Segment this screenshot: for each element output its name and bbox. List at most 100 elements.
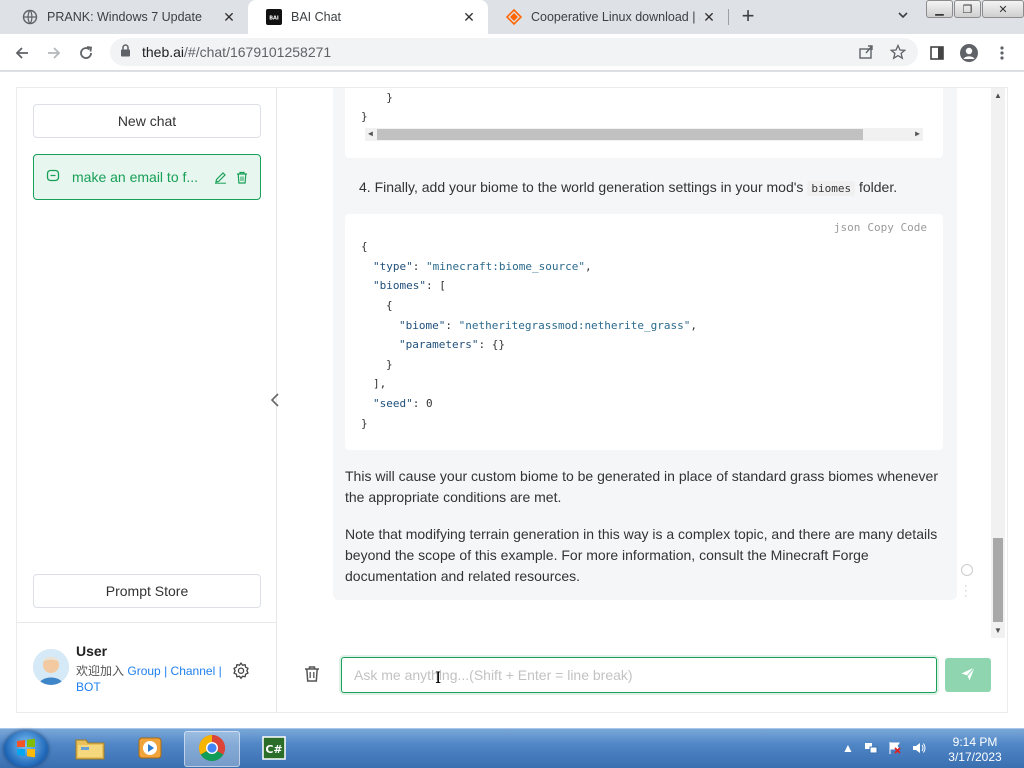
code-line: }: [386, 358, 393, 371]
json-key: "parameters": [399, 338, 479, 351]
scroll-left-arrow-icon[interactable]: ◀: [368, 129, 373, 138]
close-tab-icon[interactable]: ✕: [220, 8, 238, 26]
taskbar-csharp[interactable]: C#: [246, 731, 302, 767]
user-name: User: [76, 643, 108, 659]
json-key: "biome": [399, 319, 446, 332]
code-line: {: [361, 240, 368, 253]
clock-time: 9:14 PM: [952, 735, 998, 749]
edit-icon[interactable]: [212, 169, 228, 185]
link-separator: |: [164, 664, 168, 678]
bot-link[interactable]: BOT: [76, 680, 101, 694]
tab-cooperative-linux[interactable]: Cooperative Linux download | So ✕: [488, 0, 728, 34]
action-center-flag-icon[interactable]: [888, 741, 902, 758]
scroll-down-arrow-icon[interactable]: ▼: [994, 626, 1002, 635]
profile-avatar-icon[interactable]: [958, 42, 980, 64]
clear-chat-trash-icon[interactable]: [302, 664, 324, 686]
start-button[interactable]: [4, 731, 48, 767]
taskbar-file-explorer[interactable]: [62, 731, 118, 767]
settings-gear-icon[interactable]: [231, 661, 251, 681]
tab-title: PRANK: Windows 7 Update: [47, 10, 202, 24]
prompt-store-button[interactable]: Prompt Store: [33, 574, 261, 608]
url-host: theb.ai: [142, 44, 185, 60]
new-chat-button[interactable]: New chat: [33, 104, 261, 138]
loading-indicator-icon: [961, 564, 973, 576]
group-link[interactable]: Group: [127, 664, 160, 678]
windows-logo-icon: [15, 737, 37, 762]
browser-menu-icon[interactable]: [991, 42, 1013, 64]
network-icon[interactable]: [864, 741, 878, 758]
community-links: 欢迎加入 Group | Channel | BOT: [76, 663, 236, 695]
new-tab-button[interactable]: +: [736, 5, 760, 29]
close-tab-icon[interactable]: ✕: [700, 8, 718, 26]
close-window-button[interactable]: ✕: [982, 0, 1024, 18]
sidebar: New chat make an email to f... Prompt St…: [17, 88, 277, 712]
code-line: }: [361, 417, 368, 430]
side-panel-icon[interactable]: [926, 42, 948, 64]
system-tray: ▲: [842, 741, 926, 758]
text-cursor-icon: I: [435, 668, 442, 687]
chat-vertical-scrollbar[interactable]: ▲ ▼: [991, 88, 1005, 638]
reload-button[interactable]: [74, 41, 98, 65]
step-4-suffix: folder.: [858, 179, 898, 195]
tab-bai-chat[interactable]: BAI BAI Chat ✕: [248, 0, 488, 34]
tab-prank-windows-update[interactable]: PRANK: Windows 7 Update ✕: [4, 0, 248, 34]
share-icon[interactable]: [858, 44, 874, 64]
volume-icon[interactable]: [912, 741, 926, 758]
browser-toolbar: theb.ai/#/chat/1679101258271: [0, 34, 1024, 71]
json-value: 0: [426, 397, 433, 410]
code-block-json: json Copy Code { "type": "minecraft:biom…: [345, 214, 943, 450]
code-line: "type": "minecraft:biome_source",: [373, 260, 592, 273]
bookmark-star-icon[interactable]: [889, 43, 907, 64]
forward-button[interactable]: [42, 41, 66, 65]
svg-text:C#: C#: [265, 743, 282, 756]
lock-icon[interactable]: [120, 44, 134, 60]
message-more-icon[interactable]: · · ·: [964, 581, 968, 602]
scroll-up-arrow-icon[interactable]: ▲: [994, 91, 1002, 100]
scroll-right-arrow-icon[interactable]: ▶: [915, 129, 920, 138]
scrollbar-thumb[interactable]: [993, 538, 1003, 622]
chat-history-item[interactable]: make an email to f...: [33, 154, 261, 200]
folder-icon: [74, 734, 106, 765]
close-tab-icon[interactable]: ✕: [460, 8, 478, 26]
join-text: 欢迎加入: [76, 664, 125, 678]
code-language-label: json: [833, 221, 861, 234]
code-horizontal-scrollbar[interactable]: ◀ ▶: [365, 128, 923, 141]
sourceforge-icon: [506, 9, 522, 25]
taskbar-media-player[interactable]: [122, 731, 178, 767]
copy-code-button[interactable]: Copy Code: [867, 221, 927, 234]
inline-code: biomes: [807, 181, 856, 196]
maximize-button[interactable]: ❐: [954, 0, 981, 18]
json-key: "seed": [373, 397, 413, 410]
tab-title: BAI Chat: [291, 10, 342, 24]
taskbar-chrome[interactable]: [184, 731, 240, 767]
globe-icon: [22, 9, 38, 25]
tab-search-chevron-icon[interactable]: [896, 8, 910, 25]
media-player-icon: [136, 734, 164, 765]
collapse-sidebar-chevron-icon[interactable]: [270, 392, 284, 408]
chat-message-input[interactable]: [341, 657, 937, 693]
delete-icon[interactable]: [234, 169, 250, 185]
step-4-prefix: 4. Finally, add your biome to the world …: [359, 179, 804, 195]
json-value: "minecraft:biome_source": [426, 260, 585, 273]
back-button[interactable]: [10, 41, 34, 65]
send-button[interactable]: [945, 658, 991, 692]
code-line: "parameters": {}: [399, 338, 505, 351]
json-punct: : [: [425, 279, 446, 292]
tab-title: Cooperative Linux download | So: [531, 10, 700, 24]
channel-link[interactable]: Channel: [171, 664, 216, 678]
code-block-previous: } } ◀ ▶: [345, 88, 943, 158]
json-key: "type": [373, 260, 413, 273]
minimize-button[interactable]: ▁: [926, 0, 953, 18]
code-line: "biomes": [: [373, 279, 446, 292]
avatar[interactable]: [33, 649, 69, 685]
assistant-message: } } ◀ ▶ 4. Finally, add your biome to th…: [333, 88, 957, 600]
code-line: "seed": 0: [373, 397, 433, 410]
taskbar-clock[interactable]: 9:14 PM 3/17/2023: [940, 735, 1010, 765]
show-hidden-icons-icon[interactable]: ▲: [842, 741, 854, 758]
link-separator: |: [218, 664, 222, 678]
scrollbar-thumb[interactable]: [377, 129, 863, 140]
url-path: /#/chat/1679101258271: [184, 44, 332, 60]
address-bar[interactable]: theb.ai/#/chat/1679101258271: [110, 38, 918, 66]
json-value: "netheritegrassmod:netherite_grass": [458, 319, 691, 332]
tab-strip: PRANK: Windows 7 Update ✕ BAI BAI Chat ✕…: [0, 0, 1024, 34]
